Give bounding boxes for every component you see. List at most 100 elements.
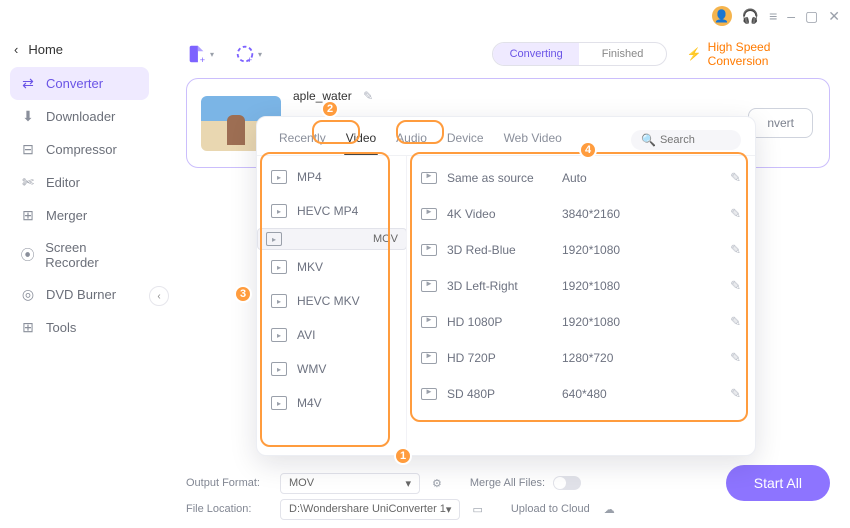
avatar[interactable]: 👤 — [712, 6, 732, 26]
play-icon — [421, 280, 437, 292]
sidebar-item-downloader[interactable]: ⬇Downloader — [10, 100, 149, 133]
close-button[interactable]: ✕ — [828, 8, 840, 25]
edit-icon[interactable]: ✎ — [730, 242, 741, 258]
format-wmv[interactable]: ▸WMV — [257, 352, 406, 386]
callout-3: 3 — [234, 285, 252, 303]
resolution-row[interactable]: Same as sourceAuto✎ — [407, 160, 755, 196]
nav-icon: ⇄ — [20, 75, 36, 92]
edit-icon[interactable]: ✎ — [730, 206, 741, 222]
format-m4v[interactable]: ▸M4V — [257, 386, 406, 420]
chevron-left-icon: ‹ — [14, 42, 18, 57]
add-url-button[interactable]: + ▾ — [234, 43, 262, 65]
format-label: MOV — [373, 233, 398, 245]
format-icon: ▸ — [271, 170, 287, 184]
play-icon — [421, 244, 437, 256]
callout-1: 1 — [394, 447, 412, 465]
support-icon[interactable]: 🎧 — [742, 8, 759, 25]
format-mkv[interactable]: ▸MKV — [257, 250, 406, 284]
format-hevc-mp4[interactable]: ▸HEVC MP4 — [257, 194, 406, 228]
sidebar-item-merger[interactable]: ⊞Merger — [10, 199, 149, 232]
sidebar-item-converter[interactable]: ⇄Converter — [10, 67, 149, 100]
resolution-value: 3840*2160 — [562, 207, 730, 221]
nav-label: Screen Recorder — [45, 240, 139, 270]
format-icon: ▸ — [271, 396, 287, 410]
edit-icon[interactable]: ✎ — [730, 170, 741, 186]
tab-video[interactable]: Video — [338, 125, 384, 155]
file-name: aple_water — [293, 89, 352, 103]
edit-icon[interactable]: ✎ — [730, 350, 741, 366]
nav-label: Merger — [46, 208, 87, 223]
minimize-button[interactable]: – — [787, 8, 795, 24]
high-speed-toggle[interactable]: ⚡ High Speed Conversion — [687, 40, 830, 68]
format-icon: ▸ — [271, 362, 287, 376]
nav-icon: ◎ — [20, 286, 36, 303]
resolution-name: Same as source — [447, 171, 562, 185]
nav-label: Tools — [46, 320, 76, 335]
resolution-row[interactable]: HD 1080P1920*1080✎ — [407, 304, 755, 340]
format-icon: ▸ — [271, 294, 287, 308]
cloud-icon[interactable]: ☁ — [604, 503, 615, 516]
edit-icon[interactable]: ✎ — [730, 386, 741, 402]
start-all-button[interactable]: Start All — [726, 465, 830, 501]
file-location-select[interactable]: D:\Wondershare UniConverter 1▾ — [280, 499, 460, 520]
convert-button[interactable]: nvert — [748, 108, 813, 138]
format-mov[interactable]: ▸MOV — [257, 228, 407, 250]
tab-audio[interactable]: Audio — [388, 125, 435, 155]
resolution-value: 640*480 — [562, 387, 730, 401]
edit-icon[interactable]: ✎ — [730, 278, 741, 294]
maximize-button[interactable]: ▢ — [805, 8, 818, 25]
resolution-row[interactable]: 4K Video3840*2160✎ — [407, 196, 755, 232]
format-icon: ▸ — [271, 328, 287, 342]
chevron-down-icon: ▾ — [446, 503, 452, 516]
rename-icon[interactable]: ✎ — [363, 89, 373, 103]
format-popup: RecentlyVideoAudioDeviceWeb Video 🔍 ▸ MP4… — [256, 116, 756, 456]
resolution-value: 1280*720 — [562, 351, 730, 365]
add-files-button[interactable]: + ▾ — [186, 43, 214, 65]
sidebar-item-dvd-burner[interactable]: ◎ DVD Burner — [10, 278, 149, 311]
callout-2: 2 — [321, 100, 339, 118]
edit-icon[interactable]: ✎ — [730, 314, 741, 330]
tab-converting[interactable]: Converting — [493, 43, 579, 65]
collapse-sidebar-button[interactable]: ‹ — [149, 286, 169, 306]
format-hevc-mkv[interactable]: ▸HEVC MKV — [257, 284, 406, 318]
tab-finished[interactable]: Finished — [579, 43, 665, 65]
search-input[interactable] — [660, 134, 730, 146]
format-avi[interactable]: ▸AVI — [257, 318, 406, 352]
merge-toggle[interactable] — [553, 476, 581, 490]
resolution-value: 1920*1080 — [562, 315, 730, 329]
play-icon — [421, 388, 437, 400]
sidebar-item-editor[interactable]: ✄Editor — [10, 166, 149, 199]
tab-device[interactable]: Device — [439, 125, 492, 155]
resolution-row[interactable]: 3D Left-Right1920*1080✎ — [407, 268, 755, 304]
resolution-row[interactable]: HD 720P1280*720✎ — [407, 340, 755, 376]
resolution-row[interactable]: SD 480P640*480✎ — [407, 376, 755, 412]
svg-text:+: + — [247, 55, 252, 65]
resolution-value: 1920*1080 — [562, 279, 730, 293]
play-icon — [421, 208, 437, 220]
resolution-row[interactable]: 3D Red-Blue1920*1080✎ — [407, 232, 755, 268]
sidebar-item-tools[interactable]: ⊞Tools — [10, 311, 149, 344]
back-home[interactable]: ‹ Home — [10, 38, 149, 61]
tab-web-video[interactable]: Web Video — [496, 125, 570, 155]
folder-icon[interactable]: ▭ — [472, 503, 482, 516]
format-label: MP4 — [297, 170, 322, 184]
tab-recently[interactable]: Recently — [271, 125, 334, 155]
menu-icon[interactable]: ≡ — [769, 8, 777, 24]
search-box[interactable]: 🔍 — [631, 130, 741, 150]
svg-text:+: + — [200, 55, 205, 65]
sidebar: ‹ Home ⇄Converter⬇Downloader⊟Compressor✄… — [0, 32, 160, 528]
output-format-select[interactable]: MOV▾ — [280, 473, 420, 494]
nav-icon: ⊟ — [20, 141, 36, 158]
cloud-label: Upload to Cloud — [511, 503, 590, 515]
format-mp4[interactable]: ▸ MP4 — [257, 160, 406, 194]
file-location-label: File Location: — [186, 503, 272, 515]
resolution-value: 1920*1080 — [562, 243, 730, 257]
popup-tabs: RecentlyVideoAudioDeviceWeb Video 🔍 — [257, 117, 755, 156]
sidebar-item-compressor[interactable]: ⊟Compressor — [10, 133, 149, 166]
chevron-down-icon: ▾ — [210, 50, 214, 59]
sidebar-item-screen-recorder[interactable]: ⦿Screen Recorder — [10, 232, 149, 278]
nav-label: DVD Burner — [46, 287, 116, 302]
settings-icon[interactable]: ⚙ — [432, 477, 442, 490]
format-label: HEVC MP4 — [297, 204, 358, 218]
callout-4: 4 — [579, 141, 597, 159]
